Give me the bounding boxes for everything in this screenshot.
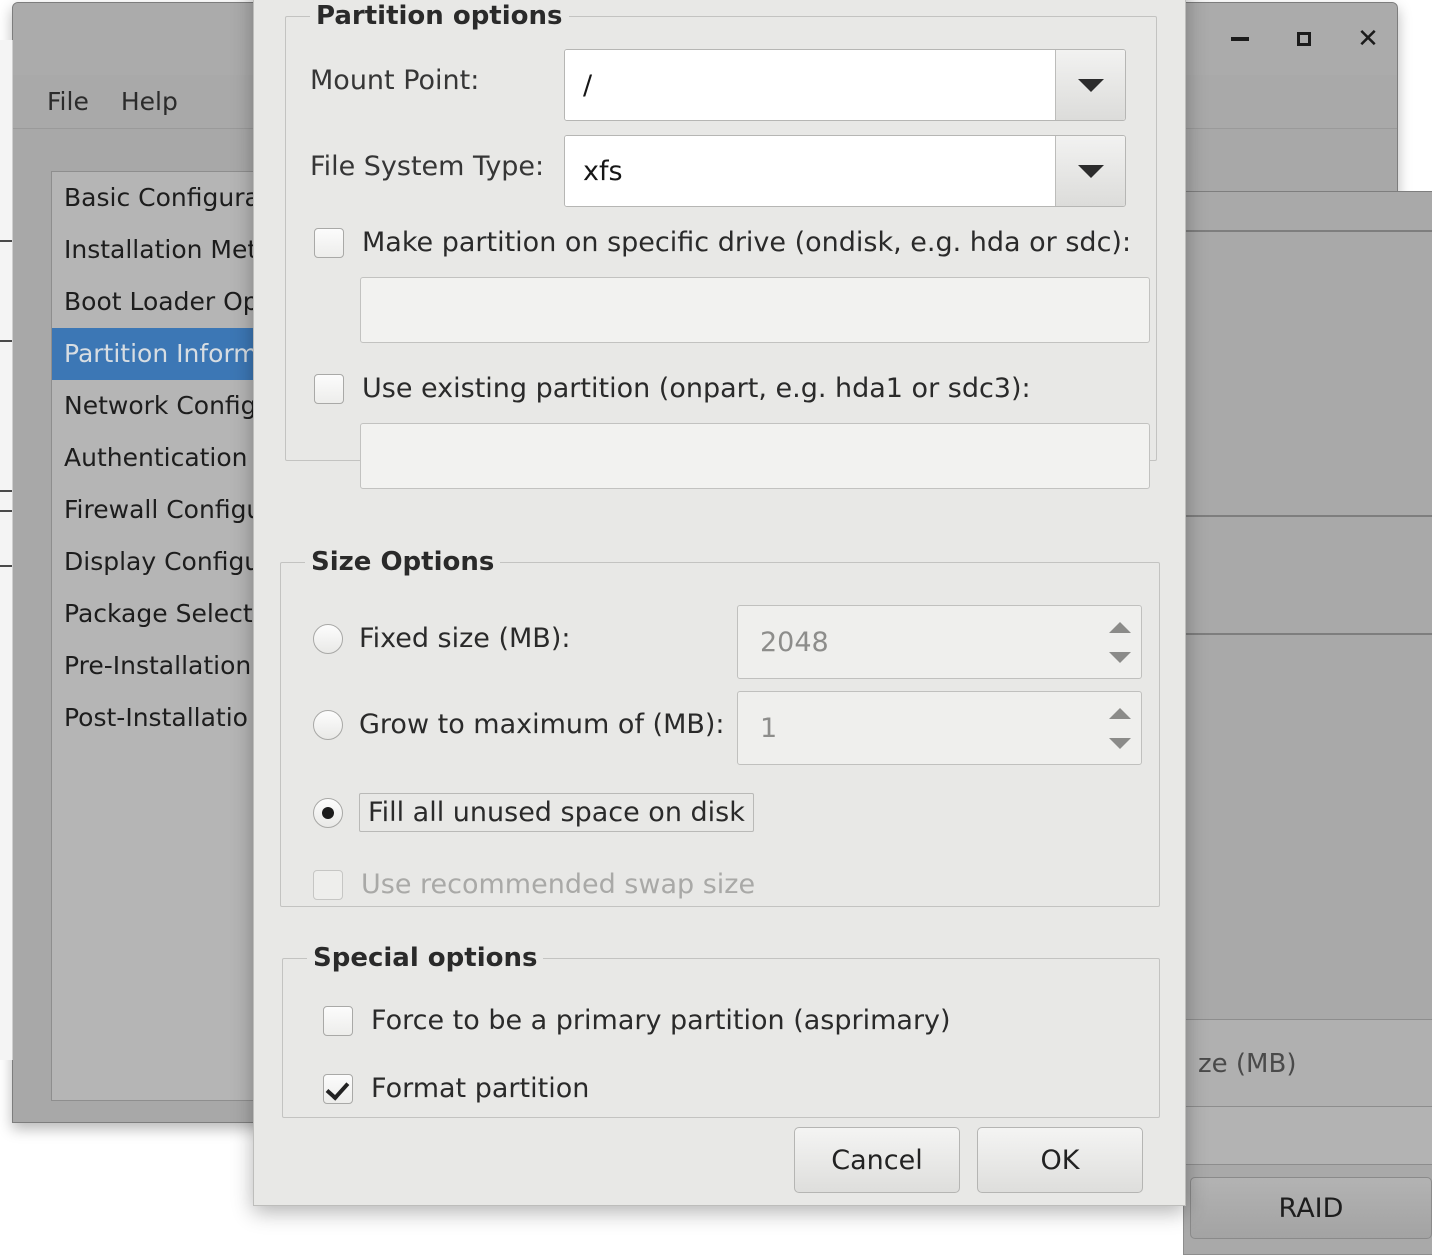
stepper-down-icon[interactable] — [1109, 737, 1131, 749]
asprimary-label: Force to be a primary partition (asprima… — [371, 1005, 951, 1036]
grow-to-max-radio[interactable] — [313, 709, 343, 740]
fixed-size-value[interactable]: 2048 — [738, 606, 1099, 678]
onpart-checkbox[interactable] — [314, 373, 344, 404]
ondisk-checkbox-row[interactable]: Make partition on specific drive (ondisk… — [314, 227, 1131, 258]
fixed-size-radio-row[interactable]: Fixed size (MB): — [313, 623, 570, 654]
filesystem-type-dropdown-button[interactable] — [1055, 136, 1125, 206]
size-options-legend: Size Options — [311, 547, 495, 577]
fixed-size-stepper[interactable] — [1099, 606, 1141, 678]
sliver-mark — [0, 240, 12, 242]
special-options-group: Special options Force to be a primary pa… — [282, 943, 1160, 1118]
special-options-legend: Special options — [313, 943, 538, 973]
sliver-mark — [0, 490, 12, 492]
sliver-mark — [0, 510, 12, 512]
partition-options-dialog: Partition options Mount Point: / File Sy… — [253, 0, 1186, 1206]
ondisk-checkbox[interactable] — [314, 227, 344, 258]
sliver-mark — [0, 565, 12, 567]
fill-all-label: Fill all unused space on disk — [359, 793, 754, 832]
partition-table-body-2[interactable] — [1185, 634, 1432, 1037]
mount-point-combobox[interactable]: / — [564, 49, 1126, 121]
fill-all-radio-row[interactable]: Fill all unused space on disk — [313, 793, 754, 832]
ondisk-label: Make partition on specific drive (ondisk… — [362, 227, 1132, 258]
recommended-swap-label: Use recommended swap size — [361, 869, 756, 900]
menu-help[interactable]: Help — [105, 83, 194, 120]
mount-point-value[interactable]: / — [565, 50, 1055, 120]
filesystem-type-value[interactable]: xfs — [565, 136, 1055, 206]
chevron-down-icon — [1077, 78, 1104, 92]
fixed-size-spinbox[interactable]: 2048 — [737, 605, 1142, 679]
ondisk-input[interactable] — [360, 277, 1150, 343]
mount-point-dropdown-button[interactable] — [1055, 50, 1125, 120]
partition-size-column-header: ze (MB) — [1183, 1019, 1432, 1107]
minimize-icon — [1231, 37, 1249, 41]
sliver-mark — [0, 340, 12, 342]
size-options-group: Size Options Fixed size (MB): 2048 Grow … — [280, 547, 1160, 907]
minimize-button[interactable] — [1225, 24, 1255, 54]
grow-to-max-spinbox[interactable]: 1 — [737, 691, 1142, 765]
stepper-up-icon[interactable] — [1109, 707, 1131, 719]
mount-point-label: Mount Point: — [310, 65, 480, 96]
asprimary-row[interactable]: Force to be a primary partition (asprima… — [323, 1005, 951, 1036]
grow-to-max-stepper[interactable] — [1099, 692, 1141, 764]
partition-table-body-1[interactable] — [1185, 231, 1432, 516]
fill-all-radio[interactable] — [313, 797, 343, 828]
fixed-size-radio[interactable] — [313, 623, 343, 654]
partition-button-bar: RAID — [1183, 1165, 1432, 1255]
cancel-button[interactable]: Cancel — [794, 1127, 960, 1193]
format-partition-row[interactable]: Format partition — [323, 1073, 589, 1104]
close-icon: ✕ — [1357, 24, 1379, 54]
stepper-down-icon[interactable] — [1109, 651, 1131, 663]
onpart-checkbox-row[interactable]: Use existing partition (onpart, e.g. hda… — [314, 373, 1031, 404]
grow-to-max-radio-row[interactable]: Grow to maximum of (MB): — [313, 709, 725, 740]
filesystem-type-label: File System Type: — [310, 151, 545, 182]
partition-table-row-1[interactable] — [1183, 516, 1432, 634]
filesystem-type-combobox[interactable]: xfs — [564, 135, 1126, 207]
partition-table-header — [1183, 191, 1432, 231]
grow-to-max-value[interactable]: 1 — [738, 692, 1099, 764]
stepper-up-icon[interactable] — [1109, 621, 1131, 633]
format-partition-checkbox[interactable] — [323, 1073, 353, 1104]
menu-file[interactable]: File — [31, 83, 105, 120]
ok-button[interactable]: OK — [977, 1127, 1143, 1193]
format-partition-label: Format partition — [371, 1073, 590, 1104]
partition-table-footer — [1183, 1107, 1432, 1165]
maximize-icon — [1297, 32, 1311, 46]
grow-to-max-label: Grow to maximum of (MB): — [359, 709, 725, 740]
partition-options-legend: Partition options — [316, 1, 563, 31]
maximize-button[interactable] — [1289, 24, 1319, 54]
asprimary-checkbox[interactable] — [323, 1005, 353, 1036]
window-controls: ✕ — [1225, 3, 1383, 75]
background-window-sliver — [0, 40, 13, 1060]
onpart-input[interactable] — [360, 423, 1150, 489]
recommended-swap-checkbox — [313, 869, 343, 900]
raid-button[interactable]: RAID — [1190, 1177, 1432, 1239]
onpart-label: Use existing partition (onpart, e.g. hda… — [362, 373, 1031, 404]
chevron-down-icon — [1077, 164, 1104, 178]
close-button[interactable]: ✕ — [1353, 24, 1383, 54]
partition-options-group: Partition options Mount Point: / File Sy… — [285, 1, 1157, 489]
recommended-swap-row: Use recommended swap size — [313, 869, 755, 900]
fixed-size-label: Fixed size (MB): — [359, 623, 571, 654]
